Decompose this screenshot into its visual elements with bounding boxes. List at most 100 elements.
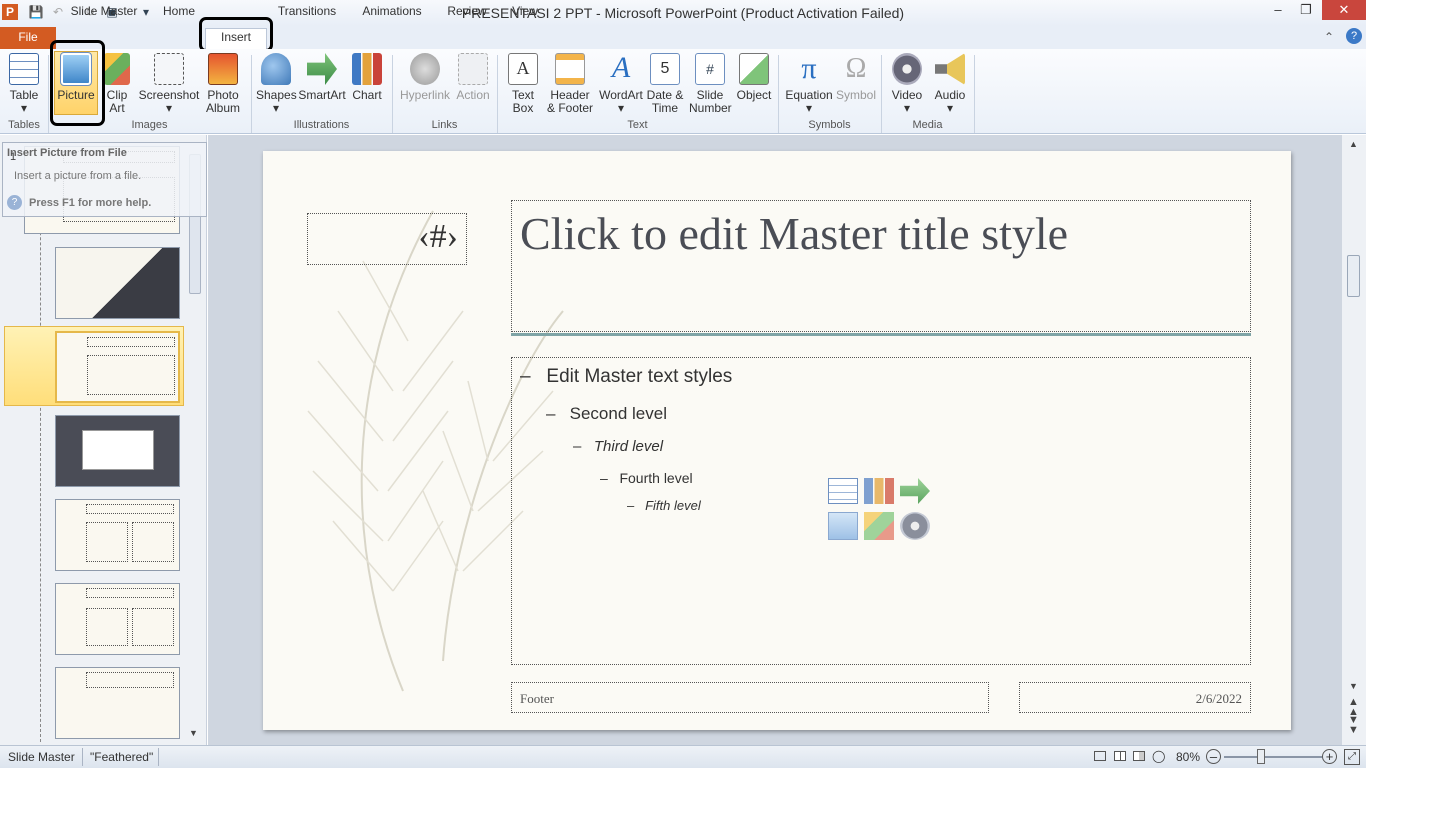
layout-thumbnail-title-only[interactable] [55, 667, 180, 739]
slide-number-placeholder[interactable]: ‹#› [307, 213, 467, 265]
close-button[interactable]: ✕ [1322, 0, 1366, 20]
equation-button[interactable]: π Equation ▾ [782, 53, 836, 115]
zoom-level[interactable]: 80% [1176, 750, 1200, 764]
layout-thumbnail-comparison[interactable] [55, 583, 180, 655]
insert-picture-icon[interactable] [828, 512, 858, 540]
scroll-up-icon[interactable]: ▲ [1349, 139, 1358, 149]
photo-album-button[interactable]: Photo Album [202, 53, 244, 115]
picture-tooltip: Insert Picture from File Insert a pictur… [2, 142, 207, 217]
tab-home[interactable]: Home [156, 4, 202, 23]
picture-button-highlight-ring [50, 40, 105, 126]
title-text: Click to edit Master title style [520, 208, 1069, 259]
reading-view-icon[interactable] [1133, 751, 1145, 761]
smartart-label: SmartArt [298, 88, 346, 102]
clip-art-icon [104, 53, 130, 85]
insert-chart-icon[interactable] [864, 478, 894, 504]
restore-button[interactable]: ❐ [1292, 0, 1320, 20]
video-button[interactable]: Video ▾ [886, 53, 928, 115]
minimize-button[interactable]: – [1264, 0, 1292, 20]
table-button[interactable]: Table ▾ [4, 53, 44, 115]
tab-file[interactable]: File [0, 27, 56, 49]
zoom-slider-thumb[interactable] [1257, 749, 1265, 764]
slide-sorter-icon[interactable] [1114, 751, 1126, 761]
hyperlink-button[interactable]: Hyperlink [398, 53, 452, 102]
thumb-section-box [82, 430, 154, 470]
insert-table-icon[interactable] [828, 478, 858, 504]
layout-thumbnail-two-content[interactable] [55, 499, 180, 571]
shapes-button[interactable]: Shapes ▾ [256, 53, 297, 115]
text-box-label: Text Box [511, 88, 534, 115]
content-placeholder[interactable]: – Edit Master text styles – Second level… [511, 357, 1251, 665]
insert-media-icon[interactable] [900, 512, 930, 540]
tooltip-description: Insert a picture from a file. [14, 170, 142, 182]
insert-smartart-icon[interactable] [900, 478, 930, 504]
tab-view[interactable]: View [504, 4, 546, 23]
date-placeholder[interactable]: 2/6/2022 [1019, 682, 1251, 713]
date-time-button[interactable]: 5 Date & Time [646, 53, 684, 115]
vertical-scroll-thumb[interactable] [1347, 255, 1360, 297]
layout-thumbnail-section-header[interactable] [55, 415, 180, 487]
next-slide-icon[interactable]: ▼ ▼ [1348, 715, 1359, 736]
action-label: Action [456, 88, 490, 102]
equation-dropdown-icon: ▾ [805, 101, 813, 115]
audio-icon [935, 53, 965, 85]
zoom-in-icon[interactable]: + [1322, 749, 1337, 764]
table-label: Table [9, 88, 39, 102]
thumbnail-scrollbar[interactable]: ▼ [186, 140, 204, 744]
screenshot-icon [154, 53, 184, 85]
clip-art-label: Clip Art [106, 88, 128, 115]
scroll-down-icon[interactable]: ▼ [189, 728, 198, 738]
tab-slide-master[interactable]: Slide Master [66, 4, 142, 23]
insert-clip-art-icon[interactable] [864, 512, 894, 540]
action-button[interactable]: Action [454, 53, 492, 102]
screenshot-label: Screenshot [138, 88, 200, 102]
title-underline [511, 333, 1251, 336]
slide-number-symbol: ‹#› [418, 218, 458, 255]
header-footer-button[interactable]: Header & Footer [544, 53, 596, 115]
header-footer-label: Header & Footer [546, 88, 594, 115]
normal-view-icon[interactable] [1094, 751, 1106, 761]
title-placeholder[interactable]: Click to edit Master title style [511, 200, 1251, 332]
clip-art-button[interactable]: Clip Art [100, 53, 134, 115]
bullet-dash: – [600, 470, 608, 486]
zoom-slider-track[interactable] [1224, 756, 1322, 758]
status-separator [82, 748, 83, 766]
slide-canvas: ‹#› Click to edit Master title style – E… [263, 151, 1291, 730]
tab-animations[interactable]: Animations [354, 4, 430, 23]
scroll-down-icon[interactable]: ▼ [1349, 681, 1358, 691]
slide-number-button[interactable]: # Slide Number [688, 53, 732, 115]
footer-placeholder[interactable]: Footer [511, 682, 989, 713]
hyperlink-icon [410, 53, 440, 85]
wordart-label: WordArt [599, 88, 643, 102]
audio-button[interactable]: Audio ▾ [930, 53, 970, 115]
bullet-dash: – [573, 438, 582, 455]
thumb-title-placeholder [87, 337, 175, 347]
wordart-button[interactable]: A WordArt ▾ [598, 53, 644, 115]
text-box-button[interactable]: A Text Box [504, 53, 542, 115]
layout-thumbnail-title-content[interactable] [55, 331, 180, 403]
thumb-left-placeholder [86, 608, 128, 646]
smartart-button[interactable]: SmartArt [298, 53, 346, 102]
bullet-level-1: – Edit Master text styles [520, 366, 732, 388]
tab-review[interactable]: Review [442, 4, 492, 23]
audio-label: Audio [934, 88, 966, 102]
layout-thumbnail-title[interactable] [55, 247, 180, 319]
chart-button[interactable]: Chart [350, 53, 384, 102]
symbol-button[interactable]: Ω Symbol [836, 53, 876, 102]
photo-album-icon [208, 53, 238, 85]
video-icon [892, 53, 922, 85]
object-button[interactable]: Object [734, 53, 774, 102]
thumb-right-placeholder [132, 608, 174, 646]
vertical-scrollbar[interactable]: ▲ ▼ ▲ ▲ ▼ ▼ [1342, 135, 1366, 745]
help-icon[interactable]: ? [1346, 28, 1362, 44]
level-2-text: Second level [569, 404, 667, 423]
zoom-out-icon[interactable]: – [1206, 749, 1221, 764]
fit-to-window-icon[interactable]: ⤢ [1344, 749, 1360, 765]
screenshot-button[interactable]: Screenshot ▾ [138, 53, 200, 115]
status-view-label: Slide Master [8, 750, 75, 764]
minimize-ribbon-icon[interactable]: ⌃ [1324, 30, 1334, 44]
slide-show-icon[interactable]: ◯ [1152, 749, 1165, 763]
level-3-text: Third level [593, 438, 664, 455]
bullet-level-2: – Second level [546, 404, 667, 424]
tab-transitions[interactable]: Transitions [272, 4, 342, 23]
